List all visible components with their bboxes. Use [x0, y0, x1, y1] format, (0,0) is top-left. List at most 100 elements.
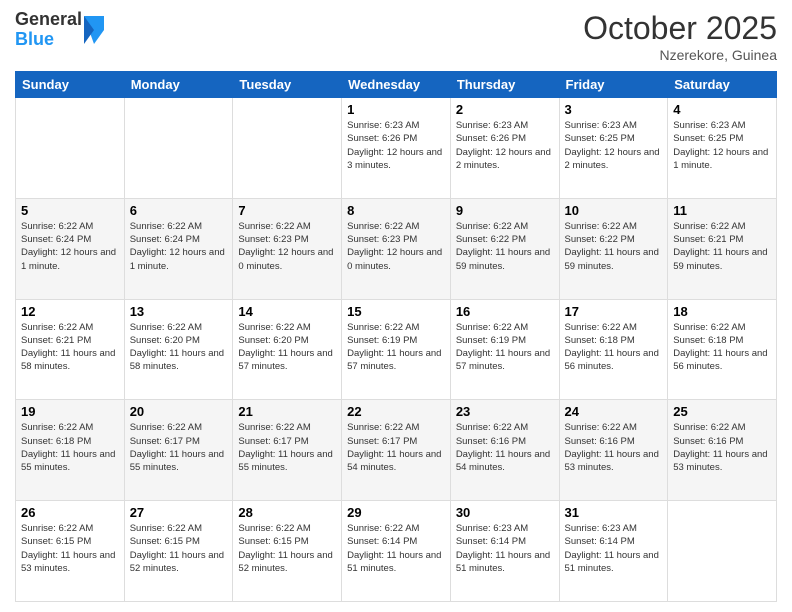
col-sunday: Sunday — [16, 72, 125, 98]
table-row: 14 Sunrise: 6:22 AM Sunset: 6:20 PM Dayli… — [233, 299, 342, 400]
table-row: 24 Sunrise: 6:22 AM Sunset: 6:16 PM Dayli… — [559, 400, 668, 501]
table-row: 5 Sunrise: 6:22 AM Sunset: 6:24 PM Daylig… — [16, 198, 125, 299]
day-number: 3 — [565, 102, 663, 117]
logo-blue-text: Blue — [15, 29, 54, 49]
day-info: Sunrise: 6:22 AM Sunset: 6:16 PM Dayligh… — [565, 421, 663, 474]
day-number: 25 — [673, 404, 771, 419]
day-info: Sunrise: 6:22 AM Sunset: 6:15 PM Dayligh… — [130, 522, 228, 575]
calendar-header-row: Sunday Monday Tuesday Wednesday Thursday… — [16, 72, 777, 98]
day-info: Sunrise: 6:22 AM Sunset: 6:24 PM Dayligh… — [21, 220, 119, 273]
day-number: 4 — [673, 102, 771, 117]
day-info: Sunrise: 6:22 AM Sunset: 6:18 PM Dayligh… — [673, 321, 771, 374]
table-row — [16, 98, 125, 199]
day-number: 22 — [347, 404, 445, 419]
day-info: Sunrise: 6:22 AM Sunset: 6:18 PM Dayligh… — [21, 421, 119, 474]
table-row: 4 Sunrise: 6:23 AM Sunset: 6:25 PM Daylig… — [668, 98, 777, 199]
table-row: 19Sunrise: 6:22 AM Sunset: 6:18 PM Dayli… — [16, 400, 125, 501]
day-info: Sunrise: 6:23 AM Sunset: 6:14 PM Dayligh… — [456, 522, 554, 575]
day-number: 29 — [347, 505, 445, 520]
table-row: 11 Sunrise: 6:22 AM Sunset: 6:21 PM Dayli… — [668, 198, 777, 299]
table-row: 13 Sunrise: 6:22 AM Sunset: 6:20 PM Dayli… — [124, 299, 233, 400]
day-number: 20 — [130, 404, 228, 419]
table-row: 30 Sunrise: 6:23 AM Sunset: 6:14 PM Dayli… — [450, 501, 559, 602]
title-block: October 2025 Nzerekore, Guinea — [583, 10, 777, 63]
day-info: Sunrise: 6:22 AM Sunset: 6:18 PM Dayligh… — [565, 321, 663, 374]
day-number: 13 — [130, 304, 228, 319]
calendar-table: Sunday Monday Tuesday Wednesday Thursday… — [15, 71, 777, 602]
table-row: 15Sunrise: 6:22 AM Sunset: 6:19 PM Dayli… — [342, 299, 451, 400]
col-saturday: Saturday — [668, 72, 777, 98]
logo-general-text: General — [15, 9, 82, 29]
day-number: 30 — [456, 505, 554, 520]
table-row: 20 Sunrise: 6:22 AM Sunset: 6:17 PM Dayli… — [124, 400, 233, 501]
day-info: Sunrise: 6:22 AM Sunset: 6:15 PM Dayligh… — [238, 522, 336, 575]
table-row: 17 Sunrise: 6:22 AM Sunset: 6:18 PM Dayli… — [559, 299, 668, 400]
day-info: Sunrise: 6:22 AM Sunset: 6:17 PM Dayligh… — [130, 421, 228, 474]
day-number: 18 — [673, 304, 771, 319]
day-info: Sunrise: 6:22 AM Sunset: 6:20 PM Dayligh… — [238, 321, 336, 374]
table-row: 3 Sunrise: 6:23 AM Sunset: 6:25 PM Daylig… — [559, 98, 668, 199]
day-info: Sunrise: 6:22 AM Sunset: 6:20 PM Dayligh… — [130, 321, 228, 374]
day-number: 27 — [130, 505, 228, 520]
table-row: 29 Sunrise: 6:22 AM Sunset: 6:14 PM Dayli… — [342, 501, 451, 602]
table-row: 10 Sunrise: 6:22 AM Sunset: 6:22 PM Dayli… — [559, 198, 668, 299]
day-number: 31 — [565, 505, 663, 520]
col-wednesday: Wednesday — [342, 72, 451, 98]
table-row: 25 Sunrise: 6:22 AM Sunset: 6:16 PM Dayli… — [668, 400, 777, 501]
table-row — [233, 98, 342, 199]
day-info: Sunrise: 6:22 AM Sunset: 6:16 PM Dayligh… — [673, 421, 771, 474]
table-row — [668, 501, 777, 602]
calendar-week-row: 26 Sunrise: 6:22 AM Sunset: 6:15 PM Dayli… — [16, 501, 777, 602]
day-info: Sunrise: 6:22 AM Sunset: 6:16 PM Dayligh… — [456, 421, 554, 474]
table-row: 21 Sunrise: 6:22 AM Sunset: 6:17 PM Dayli… — [233, 400, 342, 501]
day-info: Sunrise: 6:22 AM Sunset: 6:21 PM Dayligh… — [21, 321, 119, 374]
day-number: 28 — [238, 505, 336, 520]
calendar-week-row: 5 Sunrise: 6:22 AM Sunset: 6:24 PM Daylig… — [16, 198, 777, 299]
day-info: Sunrise: 6:22 AM Sunset: 6:17 PM Dayligh… — [238, 421, 336, 474]
logo-icon — [84, 16, 104, 44]
table-row: 8 Sunrise: 6:22 AM Sunset: 6:23 PM Daylig… — [342, 198, 451, 299]
day-info: Sunrise: 6:22 AM Sunset: 6:17 PM Dayligh… — [347, 421, 445, 474]
day-info: Sunrise: 6:23 AM Sunset: 6:25 PM Dayligh… — [565, 119, 663, 172]
table-row: 18 Sunrise: 6:22 AM Sunset: 6:18 PM Dayli… — [668, 299, 777, 400]
day-info: Sunrise: 6:22 AM Sunset: 6:21 PM Dayligh… — [673, 220, 771, 273]
day-info: Sunrise: 6:22 AM Sunset: 6:22 PM Dayligh… — [456, 220, 554, 273]
day-number: 24 — [565, 404, 663, 419]
calendar-week-row: 12Sunrise: 6:22 AM Sunset: 6:21 PM Dayli… — [16, 299, 777, 400]
table-row: 22 Sunrise: 6:22 AM Sunset: 6:17 PM Dayli… — [342, 400, 451, 501]
day-info: Sunrise: 6:22 AM Sunset: 6:24 PM Dayligh… — [130, 220, 228, 273]
day-number: 15 — [347, 304, 445, 319]
table-row: 31Sunrise: 6:23 AM Sunset: 6:14 PM Dayli… — [559, 501, 668, 602]
location: Nzerekore, Guinea — [583, 47, 777, 63]
table-row: 9Sunrise: 6:22 AM Sunset: 6:22 PM Daylig… — [450, 198, 559, 299]
calendar-week-row: 1 Sunrise: 6:23 AM Sunset: 6:26 PM Daylig… — [16, 98, 777, 199]
table-row: 26Sunrise: 6:22 AM Sunset: 6:15 PM Dayli… — [16, 501, 125, 602]
day-number: 5 — [21, 203, 119, 218]
table-row — [124, 98, 233, 199]
day-number: 7 — [238, 203, 336, 218]
day-number: 10 — [565, 203, 663, 218]
day-number: 1 — [347, 102, 445, 117]
day-info: Sunrise: 6:22 AM Sunset: 6:23 PM Dayligh… — [238, 220, 336, 273]
day-number: 14 — [238, 304, 336, 319]
day-number: 8 — [347, 203, 445, 218]
col-thursday: Thursday — [450, 72, 559, 98]
day-info: Sunrise: 6:22 AM Sunset: 6:14 PM Dayligh… — [347, 522, 445, 575]
page-header: General Blue October 2025 Nzerekore, Gui… — [15, 10, 777, 63]
day-number: 11 — [673, 203, 771, 218]
day-number: 16 — [456, 304, 554, 319]
calendar-week-row: 19Sunrise: 6:22 AM Sunset: 6:18 PM Dayli… — [16, 400, 777, 501]
table-row: 28 Sunrise: 6:22 AM Sunset: 6:15 PM Dayli… — [233, 501, 342, 602]
table-row: 27 Sunrise: 6:22 AM Sunset: 6:15 PM Dayli… — [124, 501, 233, 602]
day-number: 26 — [21, 505, 119, 520]
table-row: 6 Sunrise: 6:22 AM Sunset: 6:24 PM Daylig… — [124, 198, 233, 299]
day-info: Sunrise: 6:22 AM Sunset: 6:22 PM Dayligh… — [565, 220, 663, 273]
day-info: Sunrise: 6:22 AM Sunset: 6:23 PM Dayligh… — [347, 220, 445, 273]
day-info: Sunrise: 6:23 AM Sunset: 6:25 PM Dayligh… — [673, 119, 771, 172]
day-number: 21 — [238, 404, 336, 419]
day-number: 17 — [565, 304, 663, 319]
day-number: 6 — [130, 203, 228, 218]
table-row: 2Sunrise: 6:23 AM Sunset: 6:26 PM Daylig… — [450, 98, 559, 199]
day-info: Sunrise: 6:23 AM Sunset: 6:26 PM Dayligh… — [347, 119, 445, 172]
col-friday: Friday — [559, 72, 668, 98]
